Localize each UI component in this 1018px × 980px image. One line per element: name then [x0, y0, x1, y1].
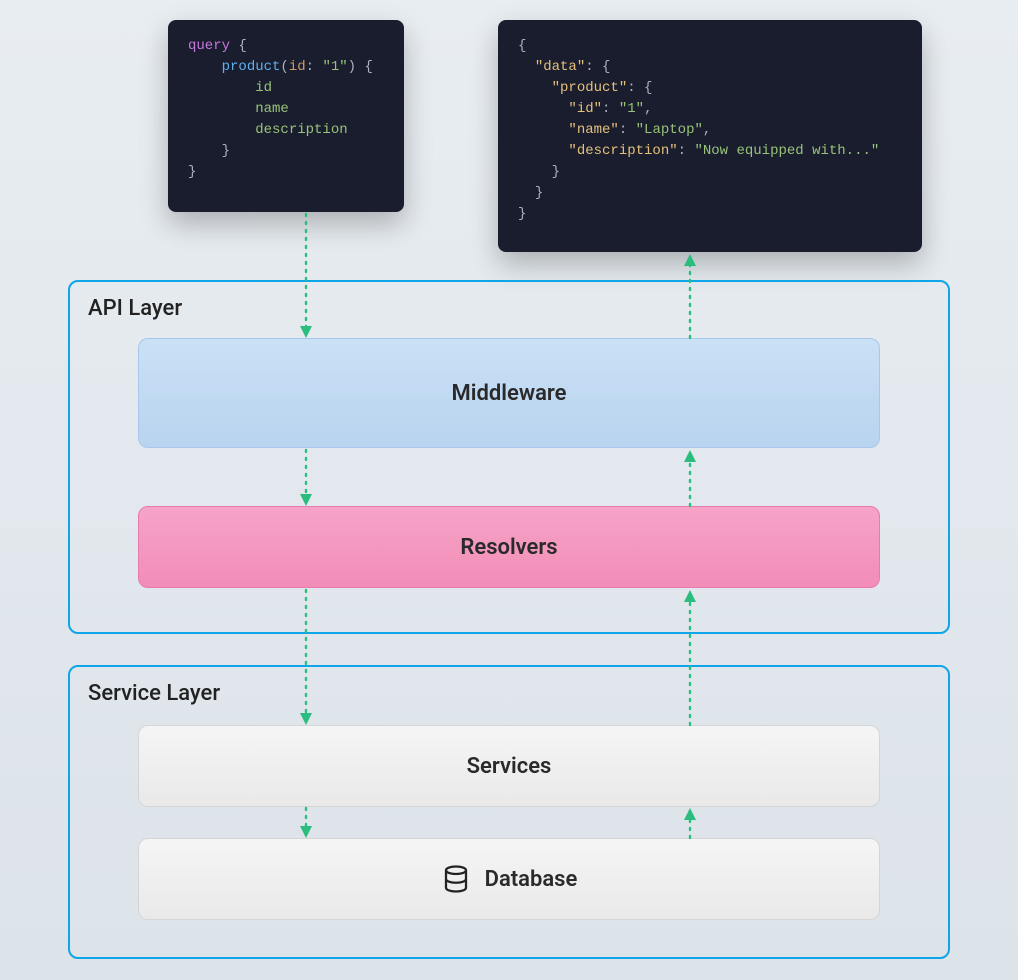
- services-label: Services: [467, 754, 552, 779]
- code-field: description: [255, 122, 347, 138]
- database-box: Database: [138, 838, 880, 920]
- code-keyword: query: [188, 38, 230, 54]
- service-layer-title: Service Layer: [88, 681, 930, 706]
- query-code-box: query { product(id: "1") { id name descr…: [168, 20, 404, 212]
- middleware-box: Middleware: [138, 338, 880, 448]
- api-layer-title: API Layer: [88, 296, 930, 321]
- code-field: id: [255, 80, 272, 96]
- response-code-box: { "data": { "product": { "id": "1", "nam…: [498, 20, 922, 252]
- resolvers-box: Resolvers: [138, 506, 880, 588]
- code-function: product: [222, 59, 281, 75]
- database-label: Database: [485, 867, 578, 892]
- middleware-label: Middleware: [452, 381, 567, 406]
- code-field: name: [255, 101, 289, 117]
- resolvers-label: Resolvers: [460, 535, 557, 560]
- database-icon: [441, 864, 471, 894]
- services-box: Services: [138, 725, 880, 807]
